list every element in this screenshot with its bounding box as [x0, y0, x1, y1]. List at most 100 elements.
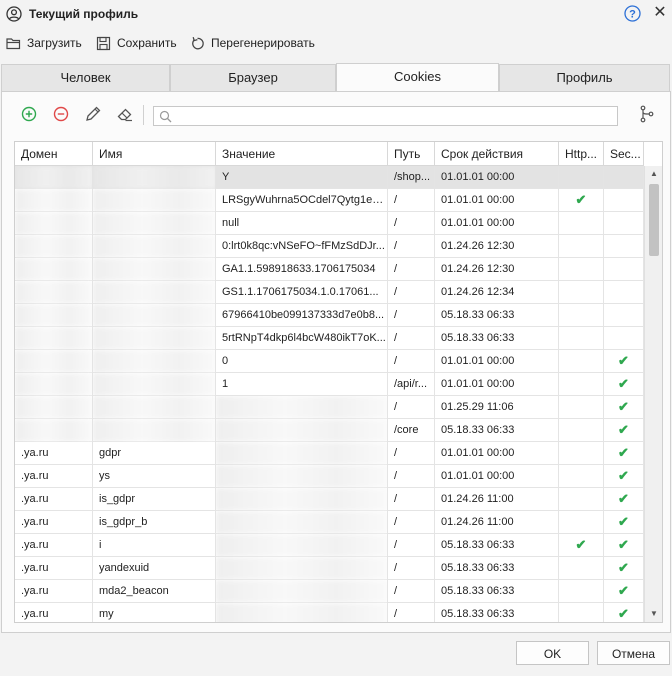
- scroll-up-icon[interactable]: ▲: [645, 166, 662, 182]
- tab-strip: Человек Браузер Cookies Профиль: [1, 63, 671, 92]
- table-row[interactable]: LRSgyWuhrna5OCdel7Qytg1ee... / 01.01.01 00…: [15, 189, 644, 212]
- tab-browser[interactable]: Браузер: [170, 64, 336, 91]
- tab-person[interactable]: Человек: [1, 64, 170, 91]
- window-title: Текущий профиль: [29, 7, 139, 21]
- cell-value: Y: [216, 166, 388, 189]
- cell-path: /: [388, 511, 435, 534]
- column-header-value[interactable]: Значение: [216, 142, 388, 166]
- ok-button[interactable]: OK: [516, 641, 589, 665]
- table-row[interactable]: .ya.ru yandexuid / 05.18.33 06:33 ✔: [15, 557, 644, 580]
- search-input[interactable]: [176, 108, 614, 124]
- save-button[interactable]: Сохранить: [96, 32, 177, 54]
- cell-text: /: [394, 470, 398, 482]
- checkmark-icon: ✔: [575, 192, 587, 207]
- table-row[interactable]: 5rtRNpT4dkp6l4bcW480ikT7oK... / 05.18.33 0…: [15, 327, 644, 350]
- cell-text: /: [394, 608, 398, 620]
- cell-expires: 01.01.01 00:00: [435, 166, 559, 189]
- table-row[interactable]: .ya.ru i / 05.18.33 06:33 ✔ ✔: [15, 534, 644, 557]
- checkmark-icon: ✔: [618, 422, 629, 437]
- table-row[interactable]: / 01.25.29 11:06 ✔: [15, 396, 644, 419]
- vertical-scrollbar[interactable]: ▲ ▼: [644, 166, 662, 622]
- remove-cookie-icon[interactable]: [50, 103, 72, 125]
- table-row[interactable]: 0:lrt0k8qc:vNSeFO~fFMzSdDJr... / 01.24.26 …: [15, 235, 644, 258]
- column-header-http[interactable]: Http...: [559, 142, 604, 166]
- table-row[interactable]: 0 / 01.01.01 00:00 ✔: [15, 350, 644, 373]
- svg-text:?: ?: [629, 9, 636, 21]
- load-button[interactable]: Загрузить: [6, 32, 82, 54]
- cell-text: /: [394, 355, 398, 367]
- cell-http: [559, 465, 604, 488]
- cell-path: /: [388, 396, 435, 419]
- redacted-blur: [93, 419, 215, 442]
- cell-text: 05.18.33 06:33: [441, 332, 515, 344]
- scroll-down-icon[interactable]: ▼: [645, 606, 662, 622]
- cell-path: /: [388, 442, 435, 465]
- redacted-blur: [15, 281, 92, 304]
- table-row[interactable]: 1/api/r... 01.01.01 00:00 ✔: [15, 373, 644, 396]
- table-row[interactable]: null / 01.01.01 00:00: [15, 212, 644, 235]
- cell-text: 67966410be099137333d7e0b8...: [222, 309, 385, 321]
- cell-expires: 01.01.01 00:00: [435, 442, 559, 465]
- table-row[interactable]: .ya.ru is_gdpr / 01.24.26 11:00 ✔: [15, 488, 644, 511]
- cell-expires: 05.18.33 06:33: [435, 304, 559, 327]
- cell-path: /core: [388, 419, 435, 442]
- cell-value: [216, 465, 388, 488]
- cell-secure: [604, 258, 644, 281]
- tab-profile[interactable]: Профиль: [499, 64, 670, 91]
- cell-http: [559, 396, 604, 419]
- cell-value: 67966410be099137333d7e0b8...: [216, 304, 388, 327]
- branch-filter-icon[interactable]: [636, 103, 658, 125]
- cell-http: ✔: [559, 534, 604, 557]
- close-icon[interactable]: ✕: [652, 5, 668, 21]
- cell-text: LRSgyWuhrna5OCdel7Qytg1ee...: [222, 194, 388, 206]
- cell-expires: 01.24.26 12:30: [435, 235, 559, 258]
- table-row[interactable]: .ya.ru is_gdpr_b / 01.24.26 11:00 ✔: [15, 511, 644, 534]
- search-box[interactable]: [153, 106, 618, 126]
- column-header-secure[interactable]: Sec...: [604, 142, 644, 166]
- cell-text: 01.24.26 12:30: [441, 263, 515, 275]
- cell-secure: [604, 327, 644, 350]
- refresh-icon: [192, 36, 204, 49]
- cell-text: /: [394, 562, 398, 574]
- redacted-blur: [15, 212, 92, 235]
- scrollbar-thumb[interactable]: [649, 184, 659, 256]
- column-header-name[interactable]: Имя: [93, 142, 216, 166]
- table-row[interactable]: .ya.ru my / 05.18.33 06:33 ✔: [15, 603, 644, 622]
- cell-expires: 05.18.33 06:33: [435, 534, 559, 557]
- cell-text: /: [394, 286, 398, 298]
- regenerate-button[interactable]: Перегенерировать: [190, 32, 315, 54]
- redacted-blur: [216, 465, 387, 488]
- table-row[interactable]: .ya.ru ys / 01.01.01 00:00 ✔: [15, 465, 644, 488]
- column-header-expires[interactable]: Срок действия: [435, 142, 559, 166]
- table-row[interactable]: GA1.1.598918633.1706175034 / 01.24.26 12:3…: [15, 258, 644, 281]
- column-header-domain[interactable]: Домен: [15, 142, 93, 166]
- redacted-blur: [93, 212, 215, 235]
- eraser-icon[interactable]: [114, 103, 136, 125]
- redacted-blur: [216, 511, 387, 534]
- cell-name: [93, 235, 216, 258]
- column-header-path[interactable]: Путь: [388, 142, 435, 166]
- add-cookie-icon[interactable]: [18, 103, 40, 125]
- checkmark-icon: ✔: [618, 445, 629, 460]
- table-row[interactable]: 67966410be099137333d7e0b8... / 05.18.33 06…: [15, 304, 644, 327]
- table-row[interactable]: Y/shop... 01.01.01 00:00: [15, 166, 644, 189]
- load-label: Загрузить: [27, 36, 82, 50]
- cell-value: 1: [216, 373, 388, 396]
- question-circle-icon[interactable]: ?: [624, 5, 641, 22]
- cell-secure: ✔: [604, 534, 644, 557]
- cell-text: gdpr: [99, 447, 122, 459]
- table-row[interactable]: .ya.ru gdpr / 01.01.01 00:00 ✔: [15, 442, 644, 465]
- table-row[interactable]: GS1.1.1706175034.1.0.17061... / 01.24.26 1…: [15, 281, 644, 304]
- cell-value: [216, 534, 388, 557]
- table-row[interactable]: /core 05.18.33 06:33 ✔: [15, 419, 644, 442]
- cell-text: 01.24.26 11:00: [441, 493, 514, 505]
- cell-http: [559, 442, 604, 465]
- cell-name: [93, 327, 216, 350]
- cell-text: 1: [222, 378, 229, 390]
- tab-cookies[interactable]: Cookies: [336, 63, 499, 92]
- table-row[interactable]: .ya.ru mda2_beacon / 05.18.33 06:33 ✔: [15, 580, 644, 603]
- cancel-button[interactable]: Отмена: [597, 641, 670, 665]
- edit-pencil-icon[interactable]: [82, 103, 104, 125]
- cookies-table[interactable]: Домен Имя Значение Путь Срок действия Ht…: [14, 141, 663, 623]
- cell-expires: 01.25.29 11:06: [435, 396, 559, 419]
